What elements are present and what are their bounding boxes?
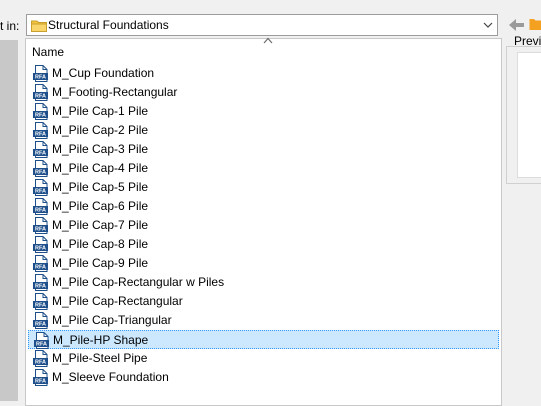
sort-ascending-icon xyxy=(263,37,273,44)
list-item[interactable]: RFA M_Cup Foundation xyxy=(28,64,499,83)
file-name: M_Pile Cap-6 Pile xyxy=(52,199,149,213)
list-item[interactable]: RFA M_Sleeve Foundation xyxy=(28,368,499,387)
file-name: M_Pile Cap-5 Pile xyxy=(52,180,149,194)
file-name: M_Pile Cap-7 Pile xyxy=(52,218,149,232)
rfa-badge-text: RFA xyxy=(35,208,46,214)
rfa-badge-text: RFA xyxy=(35,94,46,100)
rfa-file-icon: RFA xyxy=(33,198,48,215)
rfa-file-icon: RFA xyxy=(33,65,48,82)
rfa-file-icon: RFA xyxy=(33,293,48,310)
list-item[interactable]: RFA M_Pile Cap-2 Pile xyxy=(28,121,499,140)
rfa-file-icon: RFA xyxy=(33,350,48,367)
rfa-badge-text: RFA xyxy=(35,227,46,233)
rfa-badge-text: RFA xyxy=(35,151,46,157)
rfa-file-icon: RFA xyxy=(33,274,48,291)
list-item[interactable]: RFA M_Pile-Steel Pipe xyxy=(28,349,499,368)
file-name: M_Pile Cap-1 Pile xyxy=(52,104,149,118)
rfa-file-icon: RFA xyxy=(33,179,48,196)
file-name: M_Pile Cap-4 Pile xyxy=(52,161,149,175)
rfa-badge-text: RFA xyxy=(35,246,46,252)
rfa-badge-text: RFA xyxy=(35,303,46,309)
rfa-badge-text: RFA xyxy=(35,265,46,271)
rfa-file-icon: RFA xyxy=(33,255,48,272)
current-folder-text: Structural Foundations xyxy=(48,18,169,32)
rfa-file-icon: RFA xyxy=(34,332,49,349)
rfa-file-icon: RFA xyxy=(33,236,48,253)
list-item[interactable]: RFA M_Pile Cap-8 Pile xyxy=(28,235,499,254)
list-item[interactable]: RFA M_Pile Cap-Triangular xyxy=(28,311,499,330)
rfa-file-icon: RFA xyxy=(33,160,48,177)
rfa-badge-text: RFA xyxy=(35,132,46,138)
back-arrow-icon[interactable] xyxy=(506,15,526,35)
file-name: M_Pile Cap-3 Pile xyxy=(52,142,149,156)
file-name: M_Pile Cap-Rectangular w Piles xyxy=(52,275,225,289)
file-name: M_Pile-HP Shape xyxy=(53,333,149,347)
rfa-badge-text: RFA xyxy=(35,189,46,195)
folder-icon xyxy=(31,20,47,32)
list-item[interactable]: RFA M_Pile Cap-Rectangular w Piles xyxy=(28,273,499,292)
rfa-file-icon: RFA xyxy=(33,141,48,158)
file-name: M_Cup Foundation xyxy=(52,66,155,80)
rfa-badge-text: RFA xyxy=(35,284,46,290)
rfa-file-icon: RFA xyxy=(33,103,48,120)
list-item[interactable]: RFA M_Pile Cap-4 Pile xyxy=(28,159,499,178)
list-item[interactable]: RFA M_Pile Cap-6 Pile xyxy=(28,197,499,216)
name-column-header[interactable]: Name xyxy=(32,45,64,59)
rfa-badge-text: RFA xyxy=(36,342,47,348)
file-name: M_Pile Cap-Rectangular xyxy=(52,294,183,308)
chevron-down-icon[interactable] xyxy=(483,21,493,29)
file-name: M_Footing-Rectangular xyxy=(52,85,178,99)
rfa-badge-text: RFA xyxy=(35,379,46,385)
list-item[interactable]: RFA M_Pile Cap-7 Pile xyxy=(28,216,499,235)
rfa-badge-text: RFA xyxy=(35,75,46,81)
rfa-badge-text: RFA xyxy=(35,113,46,119)
look-in-combobox[interactable]: Structural Foundations xyxy=(26,14,498,36)
rfa-file-icon: RFA xyxy=(33,217,48,234)
list-item[interactable]: RFA M_Footing-Rectangular xyxy=(28,83,499,102)
rfa-badge-text: RFA xyxy=(35,322,46,328)
rfa-file-icon: RFA xyxy=(33,312,48,329)
file-name: M_Pile Cap-9 Pile xyxy=(52,256,149,270)
file-name: M_Pile Cap-2 Pile xyxy=(52,123,149,137)
rfa-file-icon: RFA xyxy=(33,84,48,101)
list-item[interactable]: RFA M_Pile Cap-3 Pile xyxy=(28,140,499,159)
file-name: M_Pile Cap-Triangular xyxy=(52,313,172,327)
list-item[interactable]: RFA M_Pile Cap-Rectangular xyxy=(28,292,499,311)
list-item[interactable]: RFA M_Pile Cap-9 Pile xyxy=(28,254,499,273)
folder-up-icon[interactable] xyxy=(529,17,541,31)
file-list: RFA M_Cup Foundation RFA M_Footing-Rectangu… xyxy=(28,64,499,387)
look-in-label: t in: xyxy=(0,19,20,33)
rfa-badge-text: RFA xyxy=(35,360,46,366)
file-name: M_Pile Cap-8 Pile xyxy=(52,237,149,251)
rfa-file-icon: RFA xyxy=(33,122,48,139)
list-item[interactable]: RFA M_Pile Cap-1 Pile xyxy=(28,102,499,121)
file-name: M_Pile-Steel Pipe xyxy=(52,351,148,365)
rfa-file-icon: RFA xyxy=(33,369,48,386)
list-item[interactable]: RFA M_Pile Cap-5 Pile xyxy=(28,178,499,197)
preview-area xyxy=(517,52,541,178)
left-panel-edge xyxy=(0,40,18,401)
list-item[interactable]: RFA M_Pile-HP Shape xyxy=(28,330,499,349)
rfa-badge-text: RFA xyxy=(35,170,46,176)
file-name: M_Sleeve Foundation xyxy=(52,370,169,384)
